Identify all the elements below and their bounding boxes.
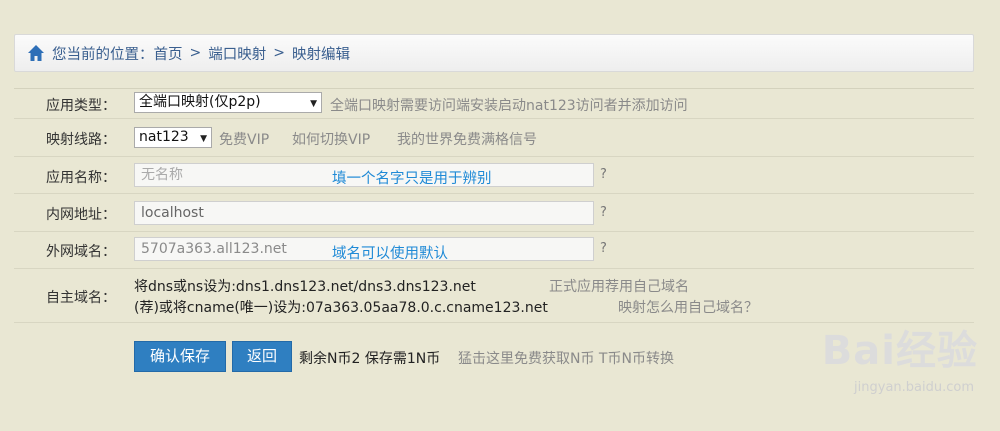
breadcrumb-separator: > xyxy=(273,45,285,61)
app-name-note: 填一个名字只是用于辨别 xyxy=(332,171,492,187)
app-name-placeholder: 无名称 xyxy=(141,167,183,183)
custom-domain-recommend-link[interactable]: 正式应用荐用自己域名 xyxy=(549,276,689,296)
minecraft-signal-link[interactable]: 我的世界免费满格信号 xyxy=(397,129,537,149)
app-type-select[interactable]: 全端口映射(仅p2p) ▼ xyxy=(134,92,322,113)
app-type-label: 应用类型： xyxy=(46,98,116,114)
lan-addr-label: 内网地址： xyxy=(46,207,116,223)
line-value: nat123 xyxy=(139,129,189,145)
watermark: Bai经验 jingyan.baidu.com xyxy=(821,318,978,395)
switch-vip-link[interactable]: 如何切换VIP xyxy=(292,129,370,149)
get-coins-link[interactable]: 猛击这里免费获取N币 T币N币转换 xyxy=(458,348,674,368)
custom-domain-line2: (荐)或将cname(唯一)设为:07a363.05aa78.0.c.cname… xyxy=(134,300,548,316)
row-line: 映射线路： nat123 ▼ 免费VIP 如何切换VIP 我的世界免费满格信号 xyxy=(14,119,974,157)
line-label: 映射线路： xyxy=(46,132,116,148)
free-vip-link[interactable]: 免费VIP xyxy=(219,129,269,149)
custom-domain-label: 自主域名： xyxy=(46,290,116,306)
app-type-hint: 全端口映射需要访问端安装启动nat123访问者并添加访问 xyxy=(330,98,688,114)
dropdown-arrow-icon: ▼ xyxy=(200,134,207,144)
balance-text: 剩余N币2 保存需1N币 xyxy=(299,351,441,367)
back-button[interactable]: 返回 xyxy=(232,341,292,372)
wan-domain-help-icon[interactable]: ? xyxy=(600,241,607,256)
row-app-type: 应用类型： 全端口映射(仅p2p) ▼ 全端口映射需要访问端安装启动nat123… xyxy=(14,89,974,119)
breadcrumb-port-mapping-link[interactable]: 端口映射 xyxy=(208,43,266,64)
app-name-label: 应用名称： xyxy=(46,170,116,186)
lan-addr-value: localhost xyxy=(141,205,204,221)
breadcrumb-current: 映射编辑 xyxy=(291,46,350,63)
row-app-name: 应用名称： 无名称 填一个名字只是用于辨别 ? xyxy=(14,157,974,194)
lan-addr-input[interactable]: localhost xyxy=(134,201,594,225)
app-name-help-icon[interactable]: ? xyxy=(600,167,607,182)
wan-domain-value: 5707a363.all123.net xyxy=(141,241,287,257)
watermark-site: jingyan.baidu.com xyxy=(854,380,974,395)
breadcrumb-separator: > xyxy=(189,45,202,61)
app-type-value: 全端口映射(仅p2p) xyxy=(139,94,261,110)
wan-domain-note: 域名可以使用默认 xyxy=(332,246,448,262)
home-icon[interactable] xyxy=(27,44,45,62)
wan-domain-label: 外网域名： xyxy=(46,244,116,260)
dropdown-arrow-icon: ▼ xyxy=(310,99,317,109)
custom-domain-line1: 将dns或ns设为:dns1.dns123.net/dns3.dns123.ne… xyxy=(134,279,476,295)
breadcrumb-prefix: 您当前的位置： xyxy=(52,46,154,63)
breadcrumb-home-link[interactable]: 首页 xyxy=(154,43,183,64)
watermark-brand: Bai经验 xyxy=(821,328,978,374)
breadcrumb: 您当前的位置： 首页 > 端口映射 > 映射编辑 xyxy=(14,34,974,72)
custom-domain-howto-link[interactable]: 映射怎么用自己域名？ xyxy=(618,297,758,317)
lan-addr-help-icon[interactable]: ? xyxy=(600,205,607,220)
row-custom-domain: 自主域名： 将dns或ns设为:dns1.dns123.net/dns3.dns… xyxy=(14,269,974,323)
row-lan-addr: 内网地址： localhost ? xyxy=(14,194,974,232)
save-button[interactable]: 确认保存 xyxy=(134,341,226,372)
line-select[interactable]: nat123 ▼ xyxy=(134,127,212,148)
row-wan-domain: 外网域名： 5707a363.all123.net 域名可以使用默认 ? xyxy=(14,232,974,269)
